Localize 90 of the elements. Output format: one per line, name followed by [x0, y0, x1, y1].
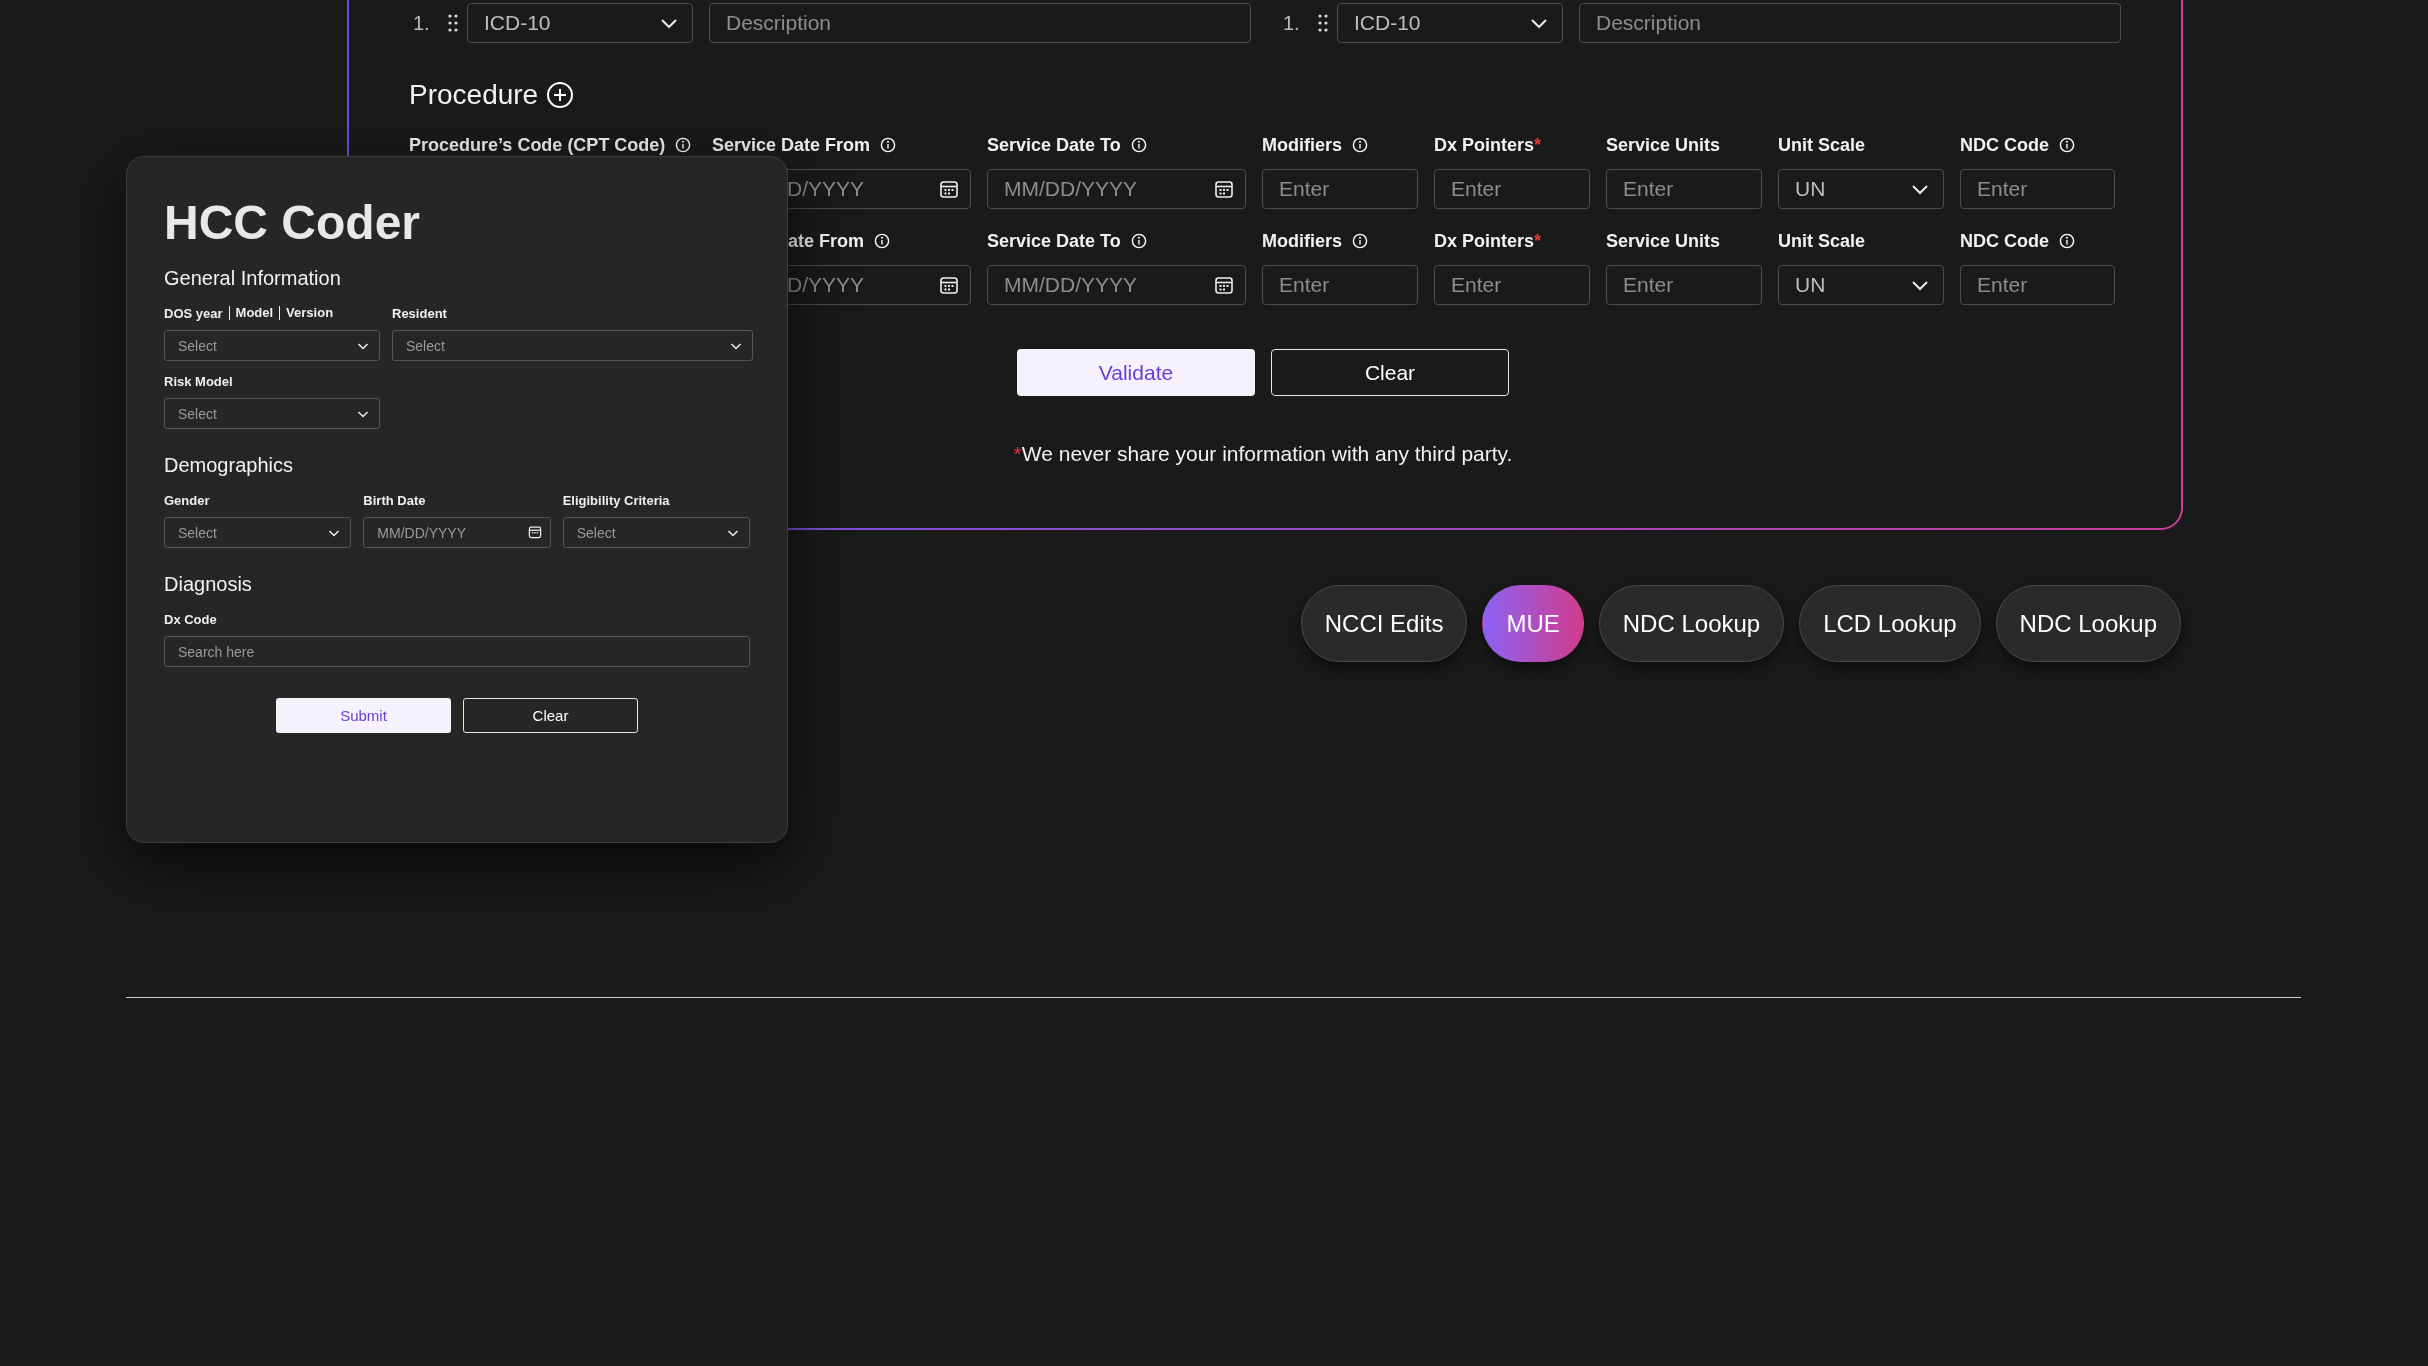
- field-label: Unit Scale: [1778, 230, 1866, 252]
- tool-button[interactable]: NCCI Edits: [1300, 585, 1468, 662]
- input-field[interactable]: Enter: [1434, 265, 1590, 305]
- tool-button[interactable]: MUE: [1482, 585, 1584, 662]
- calendar-icon[interactable]: [527, 525, 542, 539]
- unit-select[interactable]: UN: [1778, 265, 1944, 305]
- tool-button[interactable]: NDC Lookup: [1995, 585, 2181, 662]
- validate-button[interactable]: Validate: [1017, 349, 1255, 396]
- field-label: Gender: [164, 492, 210, 508]
- field-label: Version: [279, 306, 334, 320]
- select-field[interactable]: Select: [562, 517, 750, 548]
- input-field[interactable]: Enter: [1262, 169, 1418, 209]
- chevron-down-icon: [357, 409, 369, 418]
- info-icon[interactable]: [880, 137, 897, 153]
- code-select[interactable]: ICD-10: [1337, 3, 1563, 43]
- chevron-down-icon: [1911, 279, 1929, 291]
- field-label: Modifiers: [1262, 230, 1342, 252]
- section-title: Procedure: [409, 79, 539, 111]
- privacy-note: *We never share your information with any third party.: [1012, 442, 1514, 466]
- field-label: NDC Code: [1960, 134, 2049, 156]
- description-field[interactable]: Description: [709, 3, 1251, 43]
- tool-button[interactable]: LCD Lookup: [1799, 585, 1981, 662]
- drag-handle-icon[interactable]: [447, 13, 459, 33]
- info-icon[interactable]: [2059, 233, 2075, 249]
- chevron-down-icon: [1911, 183, 1929, 195]
- field-label: Resident: [392, 305, 447, 321]
- input-field[interactable]: Enter: [1960, 265, 2115, 305]
- calendar-icon[interactable]: [1214, 179, 1234, 199]
- chevron-down-icon: [357, 341, 369, 350]
- select-field[interactable]: Select: [164, 398, 380, 429]
- chevron-down-icon: [328, 528, 341, 537]
- field-label: Service Date To: [987, 134, 1121, 156]
- input-field[interactable]: Enter: [1262, 265, 1418, 305]
- field-label: Service Units: [1606, 134, 1721, 156]
- input-field[interactable]: Enter: [1434, 169, 1590, 209]
- drag-handle-icon[interactable]: [1317, 13, 1329, 33]
- field-label: Dx Pointers*: [1434, 134, 1542, 156]
- field-label: Birth Date: [363, 492, 426, 508]
- field-label: ate From: [788, 230, 865, 252]
- calendar-icon[interactable]: [1214, 275, 1234, 295]
- code-select[interactable]: ICD-10: [467, 3, 693, 43]
- input-field[interactable]: Enter: [1606, 265, 1762, 305]
- row-number: 1.: [413, 11, 431, 35]
- field-label: Model: [228, 306, 274, 320]
- field-label: Eligibility Criteria: [562, 492, 670, 508]
- info-icon[interactable]: [675, 137, 692, 153]
- select-field[interactable]: Select: [164, 330, 380, 361]
- field-label: Service Date To: [987, 230, 1121, 252]
- field-label: Risk Model: [164, 373, 233, 389]
- field-label: Dx Code: [164, 611, 217, 627]
- description-field[interactable]: Description: [1579, 3, 2121, 43]
- date-field[interactable]: MM/DD/YYYY: [987, 169, 1246, 209]
- unit-select[interactable]: UN: [1778, 169, 1944, 209]
- chevron-down-icon: [730, 341, 742, 350]
- search-field[interactable]: Search here: [164, 636, 750, 667]
- chevron-down-icon: [727, 528, 739, 537]
- info-icon[interactable]: [874, 233, 891, 249]
- clear-button[interactable]: Clear: [463, 698, 638, 733]
- chevron-down-icon: [660, 17, 678, 29]
- card-title: HCC Coder: [164, 195, 421, 251]
- section-title: Demographics: [164, 454, 294, 477]
- section-title: General Information: [164, 267, 342, 290]
- field-label: DOS year: [164, 305, 223, 321]
- field-label: Service Date From: [712, 134, 871, 156]
- clear-button[interactable]: Clear: [1271, 349, 1509, 396]
- field-label: Procedure’s Code (CPT Code): [409, 134, 666, 156]
- info-icon[interactable]: [1352, 137, 1368, 153]
- info-icon[interactable]: [1130, 233, 1147, 249]
- date-field[interactable]: MM/DD/YYYY: [363, 517, 551, 548]
- field-label: Modifiers: [1262, 134, 1342, 156]
- field-label: Service Units: [1606, 230, 1721, 252]
- select-field[interactable]: Select: [392, 330, 753, 361]
- input-field[interactable]: Enter: [1960, 169, 2115, 209]
- input-field[interactable]: Enter: [1606, 169, 1762, 209]
- row-number: 1.: [1283, 11, 1301, 35]
- date-field[interactable]: MM/DD/YYYY: [987, 265, 1246, 305]
- add-icon[interactable]: [546, 81, 575, 109]
- field-label: Dx Pointers*: [1434, 230, 1542, 252]
- submit-button[interactable]: Submit: [276, 698, 451, 733]
- info-icon[interactable]: [1352, 233, 1368, 249]
- tool-button[interactable]: NDC Lookup: [1598, 585, 1785, 662]
- select-field[interactable]: Select: [164, 517, 352, 548]
- field-label: NDC Code: [1960, 230, 2049, 252]
- section-title: Diagnosis: [164, 573, 253, 596]
- chevron-down-icon: [1530, 17, 1548, 29]
- field-label: Unit Scale: [1778, 134, 1866, 156]
- calendar-icon[interactable]: [939, 275, 959, 295]
- info-icon[interactable]: [1130, 137, 1147, 153]
- calendar-icon[interactable]: [939, 179, 959, 199]
- info-icon[interactable]: [2059, 137, 2075, 153]
